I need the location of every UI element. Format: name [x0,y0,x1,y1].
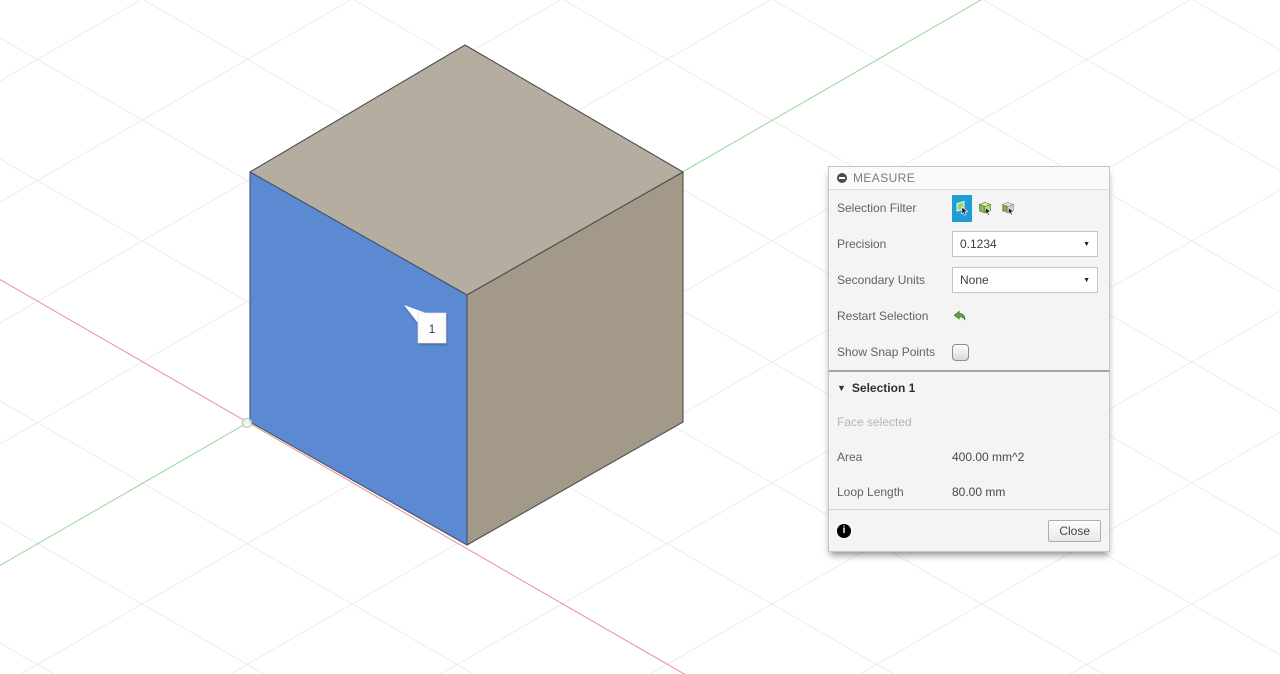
area-label: Area [837,449,863,464]
selection-filter-label: Selection Filter [837,201,917,215]
area-value: 400.00 mm^2 [952,449,1025,464]
select-body-filter-button[interactable] [975,195,995,222]
restart-selection-button[interactable] [952,309,967,324]
panel-footer: i Close [829,510,1109,551]
origin-marker [241,417,253,429]
grid-line [1069,552,1280,674]
restart-selection-row: Restart Selection [829,298,1109,334]
selection-badge-number: 1 [429,322,436,336]
selection1-expander[interactable]: ▼ Selection 1 [829,372,1109,404]
grid-line [0,642,55,674]
area-row: Area 400.00 mm^2 [829,439,1109,474]
select-face-icon [956,200,969,216]
loop-length-row: Loop Length 80.00 mm [829,474,1109,509]
select-body-icon [978,202,992,216]
show-snap-points-row: Show Snap Points [829,334,1109,370]
chevron-down-icon: ▼ [1083,240,1090,248]
panel-grip-icon [837,173,847,183]
secondary-units-label: Secondary Units [837,273,926,287]
select-component-filter-button[interactable] [998,195,1018,222]
chevron-down-icon: ▼ [837,382,846,393]
info-button[interactable]: i [837,523,851,538]
selection1-title: Selection 1 [851,381,916,395]
undo-arrow-icon [953,310,966,321]
restart-selection-label: Restart Selection [837,309,929,323]
precision-label: Precision [837,237,887,251]
selection-filter-row: Selection Filter [829,190,1109,226]
precision-row: Precision 0.1234 ▼ [829,226,1109,262]
close-button[interactable]: Close [1048,519,1101,542]
precision-value: 0.1234 [960,237,997,251]
show-snap-points-label: Show Snap Points [837,345,936,359]
panel-title: MEASURE [853,171,916,185]
grid-line [1192,0,1280,51]
loop-length-label: Loop Length [837,484,904,499]
precision-dropdown[interactable]: 0.1234 ▼ [952,231,1098,257]
chevron-down-icon: ▼ [1083,276,1090,284]
cube-body[interactable] [249,44,684,546]
selection1-status: Face selected [837,414,912,429]
secondary-units-row: Secondary Units None ▼ [829,262,1109,298]
panel-header[interactable]: MEASURE [829,167,1109,190]
secondary-units-dropdown[interactable]: None ▼ [952,267,1098,293]
measure-panel: MEASURE Selection Filter Precision 0.123… [828,166,1110,552]
loop-length-value: 80.00 mm [952,484,1006,499]
secondary-units-value: None [960,273,989,287]
grid-line [0,0,142,82]
select-component-icon [1001,202,1015,216]
select-face-filter-button[interactable] [952,194,972,222]
show-snap-points-checkbox[interactable] [952,343,969,361]
